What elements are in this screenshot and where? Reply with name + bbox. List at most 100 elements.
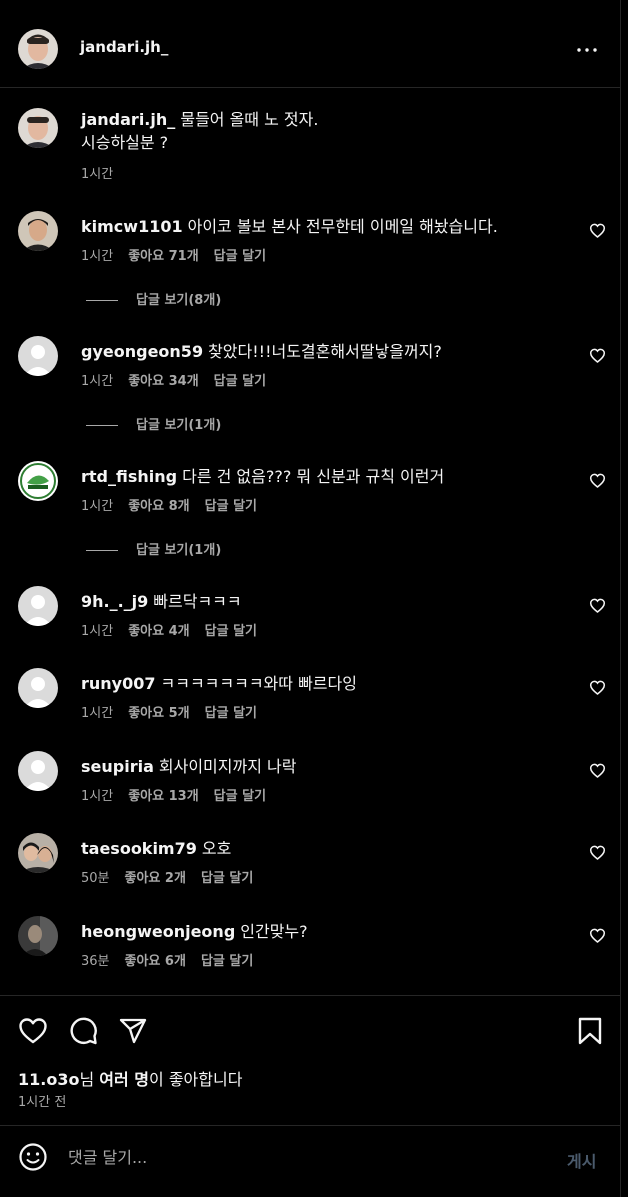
comment-like-heart-icon[interactable] bbox=[589, 223, 606, 238]
caption-time: 1시간 bbox=[81, 167, 114, 182]
comment-likes[interactable]: 좋아요 2개 bbox=[125, 871, 186, 886]
post-caption: jandari.jh_ 물들어 올때 노 젓자. 시승하실분 ? 1시간 bbox=[0, 88, 620, 188]
liked-by-summary[interactable]: 11.o3o님 여러 명이 좋아합니다 bbox=[18, 1066, 242, 1090]
commenter-avatar[interactable] bbox=[18, 211, 58, 251]
caption-avatar[interactable] bbox=[18, 108, 58, 148]
comment-body: gyeongeon59 찾았다!!!너도결혼해서딸낳을꺼지? bbox=[81, 338, 581, 362]
commenter-avatar-default[interactable] bbox=[18, 336, 58, 376]
view-replies-label: 답글 보기(8개) bbox=[136, 293, 222, 308]
bookmark-icon[interactable] bbox=[575, 1016, 605, 1046]
comment-like-heart-icon[interactable] bbox=[589, 598, 606, 613]
caption-text: jandari.jh_ 물들어 올때 노 젓자. 시승하실분 ? bbox=[81, 108, 581, 154]
commenter-avatar-logo[interactable] bbox=[18, 461, 58, 501]
reply-button[interactable]: 답글 달기 bbox=[214, 789, 266, 804]
comment-input[interactable] bbox=[68, 1143, 538, 1171]
view-replies-button[interactable]: 답글 보기(1개) bbox=[86, 414, 221, 433]
comment-like-heart-icon[interactable] bbox=[589, 928, 606, 943]
comment-time: 1시간 bbox=[81, 249, 114, 264]
commenter-avatar-default[interactable] bbox=[18, 668, 58, 708]
reply-button[interactable]: 답글 달기 bbox=[214, 249, 266, 264]
emoji-icon[interactable] bbox=[18, 1142, 48, 1172]
commenter-avatar[interactable] bbox=[18, 916, 58, 956]
comment-time: 1시간 bbox=[81, 374, 114, 389]
divider bbox=[86, 300, 118, 301]
reply-button[interactable]: 답글 달기 bbox=[205, 706, 257, 721]
comment-like-heart-icon[interactable] bbox=[589, 680, 606, 695]
header-username[interactable]: jandari.jh_ bbox=[80, 38, 168, 56]
comment-time: 1시간 bbox=[81, 706, 114, 721]
comment-body: runy007 ㅋㅋㅋㅋㅋㅋㅋ와따 빠르다잉 bbox=[81, 670, 581, 694]
liked-by-tail: 이 좋아합니다 bbox=[149, 1070, 243, 1089]
comment-meta: 1시간 좋아요 71개 답글 달기 bbox=[81, 245, 281, 264]
reply-button[interactable]: 답글 달기 bbox=[214, 374, 266, 389]
divider bbox=[86, 425, 118, 426]
comment-meta: 1시간 좋아요 34개 답글 달기 bbox=[81, 370, 281, 389]
reply-button[interactable]: 답글 달기 bbox=[205, 499, 257, 514]
comment-username[interactable]: taesookim79 bbox=[81, 839, 197, 858]
comment-likes[interactable]: 좋아요 6개 bbox=[125, 954, 186, 969]
comment-username[interactable]: kimcw1101 bbox=[81, 217, 183, 236]
comment-text: 다른 건 없음??? 뭐 신분과 규칙 이런거 bbox=[182, 467, 445, 486]
comment-text: 오호 bbox=[201, 839, 232, 858]
comment-username[interactable]: runy007 bbox=[81, 674, 156, 693]
author-avatar[interactable] bbox=[18, 29, 58, 69]
reply-button[interactable]: 답글 달기 bbox=[201, 871, 253, 886]
comment-body: seupiria 회사이미지까지 나락 bbox=[81, 753, 581, 777]
comment-time: 50분 bbox=[81, 871, 110, 886]
caption-username[interactable]: jandari.jh_ bbox=[81, 110, 175, 129]
comment-likes[interactable]: 좋아요 8개 bbox=[128, 499, 189, 514]
view-replies-button[interactable]: 답글 보기(8개) bbox=[86, 289, 221, 308]
comment-body: taesookim79 오호 bbox=[81, 835, 581, 859]
divider bbox=[86, 550, 118, 551]
comment-time: 1시간 bbox=[81, 624, 114, 639]
view-replies-button[interactable]: 답글 보기(1개) bbox=[86, 539, 221, 558]
commenter-avatar[interactable] bbox=[18, 833, 58, 873]
post-detail-panel: jandari.jh_ jandari.jh_ 물들어 올때 노 젓자. 시승하… bbox=[0, 0, 621, 1197]
comment-username[interactable]: rtd_fishing bbox=[81, 467, 177, 486]
comment-like-heart-icon[interactable] bbox=[589, 473, 606, 488]
comment-text: 아이코 볼보 본사 전무한테 이메일 해놨습니다. bbox=[187, 217, 498, 236]
comment-time: 36분 bbox=[81, 954, 110, 969]
comment-likes[interactable]: 좋아요 4개 bbox=[128, 624, 189, 639]
heart-icon[interactable] bbox=[18, 1016, 48, 1046]
liked-by-others[interactable]: 여러 명 bbox=[99, 1070, 149, 1089]
liked-by-user[interactable]: 11.o3o bbox=[18, 1070, 79, 1089]
reply-button[interactable]: 답글 달기 bbox=[201, 954, 253, 969]
comment-text: 찾았다!!!너도결혼해서딸낳을꺼지? bbox=[208, 342, 442, 361]
comment-username[interactable]: gyeongeon59 bbox=[81, 342, 203, 361]
post-time[interactable]: 1시간 전 bbox=[18, 1091, 66, 1110]
comment-username[interactable]: seupiria bbox=[81, 757, 154, 776]
comment-time: 1시간 bbox=[81, 789, 114, 804]
commenter-avatar-default[interactable] bbox=[18, 586, 58, 626]
post-actions: 11.o3o님 여러 명이 좋아합니다 1시간 전 bbox=[0, 995, 620, 1125]
comment-body: heongweonjeong 인간맞누? bbox=[81, 918, 581, 942]
post-header: jandari.jh_ bbox=[0, 0, 620, 88]
caption-line-1: 물들어 올때 노 젓자. bbox=[180, 110, 319, 129]
comment-like-heart-icon[interactable] bbox=[589, 348, 606, 363]
comment-like-heart-icon[interactable] bbox=[589, 845, 606, 860]
more-horizontal-icon[interactable] bbox=[575, 40, 599, 60]
commenter-avatar-default[interactable] bbox=[18, 751, 58, 791]
reply-button[interactable]: 답글 달기 bbox=[205, 624, 257, 639]
comment-username[interactable]: heongweonjeong bbox=[81, 922, 235, 941]
send-icon[interactable] bbox=[118, 1016, 148, 1046]
comment-meta: 50분 좋아요 2개 답글 달기 bbox=[81, 867, 268, 886]
comment-icon[interactable] bbox=[68, 1016, 98, 1046]
comment-text: ㅋㅋㅋㅋㅋㅋㅋ와따 빠르다잉 bbox=[160, 674, 357, 693]
comment-body: kimcw1101 아이코 볼보 본사 전무한테 이메일 해놨습니다. bbox=[81, 213, 581, 237]
comment-likes[interactable]: 좋아요 5개 bbox=[128, 706, 189, 721]
comment-username[interactable]: 9h._._j9 bbox=[81, 592, 148, 611]
comment-likes[interactable]: 좋아요 13개 bbox=[128, 789, 198, 804]
liked-by-mid: 님 bbox=[79, 1070, 100, 1089]
post-comment-button[interactable]: 게시 bbox=[567, 1148, 596, 1172]
panel-right-border bbox=[620, 0, 621, 1197]
comment-likes[interactable]: 좋아요 34개 bbox=[128, 374, 198, 389]
comment-like-heart-icon[interactable] bbox=[589, 763, 606, 778]
comment-meta: 1시간 좋아요 13개 답글 달기 bbox=[81, 785, 281, 804]
comment-meta: 36분 좋아요 6개 답글 달기 bbox=[81, 950, 268, 969]
view-replies-label: 답글 보기(1개) bbox=[136, 418, 222, 433]
comment-text: 인간맞누? bbox=[240, 922, 308, 941]
comment-meta: 1시간 좋아요 5개 답글 달기 bbox=[81, 702, 272, 721]
view-replies-label: 답글 보기(1개) bbox=[136, 543, 222, 558]
comment-likes[interactable]: 좋아요 71개 bbox=[128, 249, 198, 264]
